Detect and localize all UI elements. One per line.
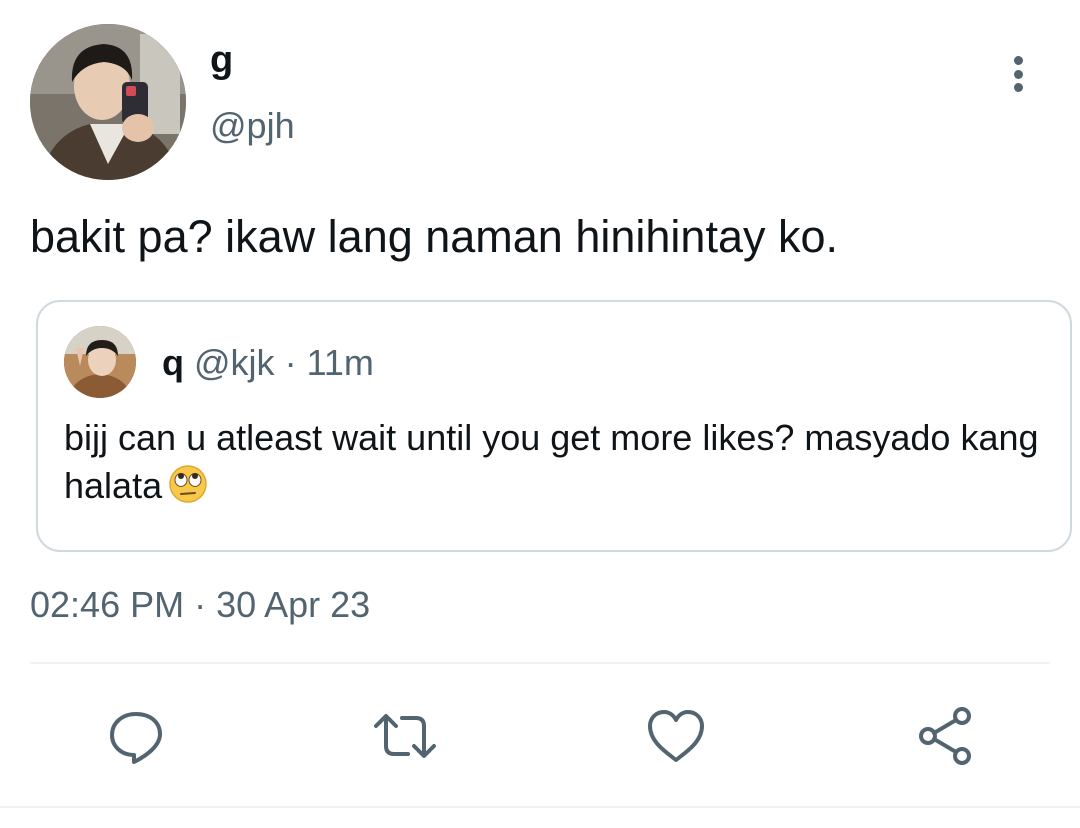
reply-icon bbox=[110, 712, 162, 764]
more-options-dot bbox=[1013, 69, 1023, 79]
more-options-dot bbox=[1013, 83, 1023, 92]
tweet-text: bakit pa? ikaw lang naman hinihintay ko. bbox=[30, 211, 839, 262]
quoted-author-display-name[interactable]: q bbox=[162, 342, 184, 383]
like-icon bbox=[648, 710, 704, 762]
divider bbox=[30, 662, 1050, 664]
share-button[interactable] bbox=[914, 706, 974, 766]
face-with-rolling-eyes-icon bbox=[168, 464, 208, 504]
quoted-author-handle[interactable]: @kjk bbox=[194, 342, 275, 383]
quoted-tweet-header: q @kjk · 11m bbox=[162, 340, 374, 386]
retweet-button[interactable] bbox=[372, 706, 436, 766]
retweet-icon bbox=[374, 714, 436, 758]
quoted-tweet-card[interactable]: q @kjk · 11m bijj can u atleast wait unt… bbox=[36, 300, 1072, 552]
author-handle[interactable]: @pjh bbox=[210, 104, 295, 148]
quoted-tweet-text-body: bijj can u atleast wait until you get mo… bbox=[64, 417, 1039, 506]
quoted-author-avatar[interactable] bbox=[64, 326, 136, 398]
more-options-dot bbox=[1013, 56, 1023, 65]
profile-photo-icon bbox=[64, 326, 136, 398]
more-options-button[interactable] bbox=[996, 50, 1040, 98]
quoted-tweet-text: bijj can u atleast wait until you get mo… bbox=[64, 414, 1044, 510]
author-display-name[interactable]: g bbox=[210, 38, 233, 82]
divider bbox=[0, 806, 1080, 808]
quoted-tweet-separator: · bbox=[274, 342, 307, 383]
profile-photo-icon bbox=[30, 24, 186, 180]
share-icon bbox=[919, 707, 971, 765]
quoted-tweet-time: 11m bbox=[306, 342, 374, 383]
author-avatar[interactable] bbox=[30, 24, 186, 180]
tweet-timestamp[interactable]: 02:46 PM · 30 Apr 23 bbox=[30, 582, 370, 628]
reply-button[interactable] bbox=[106, 706, 166, 766]
like-button[interactable] bbox=[646, 706, 706, 766]
